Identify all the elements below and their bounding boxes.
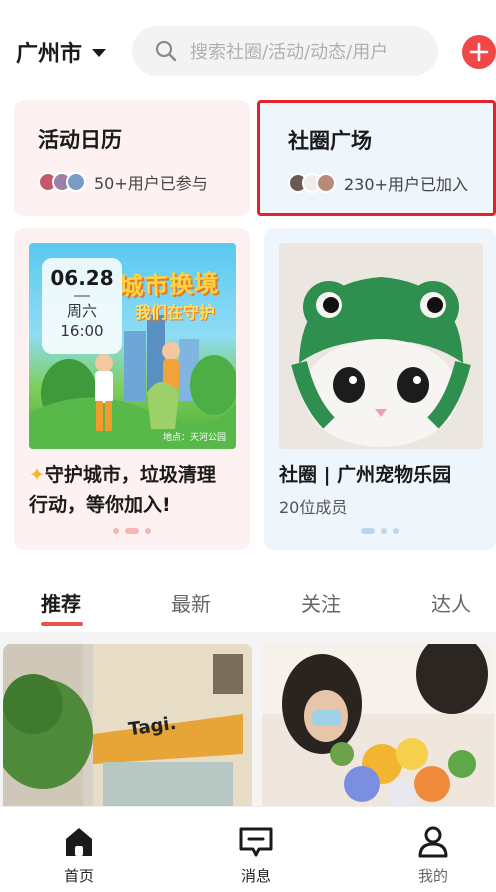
city-label: 广州市	[16, 42, 83, 67]
active-tab-indicator	[41, 622, 83, 626]
event-time: 16:00	[60, 322, 104, 340]
feed-post-storefront[interactable]: Tagi.	[3, 644, 252, 812]
nav-profile-label: 我的	[417, 867, 448, 885]
feed-post-flowers[interactable]	[262, 644, 494, 812]
event-date: 06.28	[50, 266, 114, 290]
circle-title: 社圈 | 广州宠物乐园	[279, 464, 452, 486]
circle-feature-card[interactable]: 社圈 | 广州宠物乐园 20位成员	[264, 228, 496, 550]
plus-icon	[469, 42, 489, 62]
profile-icon	[418, 826, 448, 858]
event-poster: 城市换境 我们在守护 地点：天河公园 06.28 周六 16:00	[29, 243, 236, 449]
card-title: 活动日历	[38, 128, 122, 152]
event-title: ✦守护城市，垃圾清理行动，等你加入!	[29, 464, 216, 516]
nav-messages[interactable]: 消息	[221, 821, 291, 886]
member-avatars	[288, 173, 336, 193]
event-date-box: 06.28 周六 16:00	[42, 258, 122, 354]
circle-square-card[interactable]: 社圈广场 230+用户已加入	[257, 100, 496, 216]
search-placeholder: 搜索社圈/活动/动态/用户	[190, 42, 389, 63]
bottom-navigation: 首页 消息 我的	[0, 806, 496, 892]
card-title: 社圈广场	[288, 129, 372, 153]
feed-tabs: 推荐 最新 关注 达人	[0, 580, 496, 628]
member-count: 230+用户已加入	[344, 175, 468, 194]
search-bar[interactable]: 搜索社圈/活动/动态/用户	[132, 26, 438, 76]
participant-count: 50+用户已参与	[94, 174, 208, 193]
nav-messages-label: 消息	[240, 867, 271, 885]
nav-home[interactable]: 首页	[44, 821, 114, 886]
cat-in-frog-hat-image	[279, 243, 483, 449]
carousel-indicator	[264, 528, 496, 534]
event-weekday: 周六	[66, 302, 97, 320]
activity-calendar-card[interactable]: 活动日历 50+用户已参与	[14, 100, 250, 216]
message-icon	[239, 827, 273, 857]
poster-location: 地点：天河公园	[162, 433, 226, 443]
nav-home-label: 首页	[63, 867, 94, 885]
avatar	[66, 172, 86, 192]
storefront-image: Tagi.	[3, 644, 252, 812]
poster-subtitle: 我们在守护	[135, 303, 216, 322]
top-header: 广州市 搜索社圈/活动/动态/用户	[0, 0, 496, 100]
sparkle-icon: ✦	[29, 464, 45, 486]
avatar	[316, 173, 336, 193]
participant-avatars	[38, 172, 86, 192]
nav-profile[interactable]: 我的	[398, 821, 468, 886]
carousel-indicator	[14, 528, 250, 534]
tab-following[interactable]: 关注	[301, 588, 341, 617]
chevron-down-icon	[92, 49, 107, 57]
cat-photo	[279, 243, 483, 449]
city-selector[interactable]: 广州市	[16, 36, 107, 68]
poster-title: 城市换境	[118, 269, 220, 301]
tab-latest[interactable]: 最新	[171, 588, 211, 617]
home-icon	[66, 828, 92, 856]
circle-member-count: 20位成员	[279, 498, 348, 517]
event-feature-card[interactable]: 城市换境 我们在守护 地点：天河公园 06.28 周六 16:00 ✦守护城市，…	[14, 228, 250, 550]
add-button[interactable]	[462, 35, 496, 69]
tab-experts[interactable]: 达人	[431, 588, 471, 617]
flower-arranging-image	[262, 644, 494, 812]
tab-recommended[interactable]: 推荐	[41, 588, 81, 617]
search-icon	[155, 40, 177, 62]
